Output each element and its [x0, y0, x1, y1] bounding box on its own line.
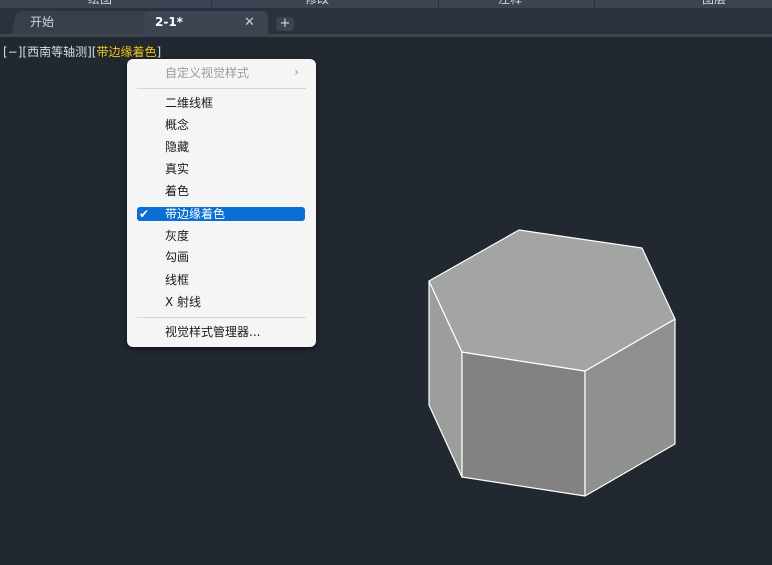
menu-item-label: 概念 [165, 118, 190, 132]
menu-item-shaded-with-edges[interactable]: ✔ 带边缘着色 [137, 207, 305, 221]
menu-item-label: 二维线框 [165, 96, 214, 110]
menu-item-custom-visual-styles[interactable]: 自定义视觉样式 › [137, 65, 305, 80]
menu-item-conceptual[interactable]: 概念 [137, 118, 305, 132]
menu-item-shaded[interactable]: 着色 [137, 184, 305, 198]
menu-separator [137, 317, 306, 318]
menu-item-wireframe[interactable]: 线框 [137, 273, 305, 287]
menu-item-realistic[interactable]: 真实 [137, 162, 305, 176]
menu-item-sketchy[interactable]: 勾画 [137, 250, 305, 264]
menu-item-2d-wireframe[interactable]: 二维线框 [137, 96, 305, 110]
prism-front-face [461, 351, 586, 497]
menu-item-label: 灰度 [165, 229, 190, 243]
menu-item-label: 线框 [165, 273, 190, 287]
menu-item-label: 勾画 [165, 250, 190, 264]
menu-item-label: 带边缘着色 [165, 207, 226, 221]
menu-item-hidden[interactable]: 隐藏 [137, 140, 305, 154]
checkmark-icon: ✔ [139, 207, 150, 221]
menu-item-shades-of-gray[interactable]: 灰度 [137, 229, 305, 243]
menu-separator [137, 88, 306, 89]
chevron-right-icon: › [294, 65, 299, 79]
menu-item-label: 着色 [165, 184, 190, 198]
menu-item-label: 真实 [165, 162, 190, 176]
menu-item-label: 隐藏 [165, 140, 190, 154]
menu-item-label: X 射线 [165, 295, 202, 309]
menu-item-visual-styles-manager[interactable]: 视觉样式管理器... [137, 325, 305, 339]
visual-styles-context-menu: 自定义视觉样式 › 二维线框 概念 隐藏 真实 着色 ✔ 带边缘着色 灰度 勾画… [127, 59, 316, 347]
hexagonal-prism-model [428, 229, 676, 497]
menu-item-label: 自定义视觉样式 [165, 66, 250, 80]
menu-item-label: 视觉样式管理器... [165, 325, 261, 339]
menu-item-x-ray[interactable]: X 射线 [137, 295, 305, 309]
